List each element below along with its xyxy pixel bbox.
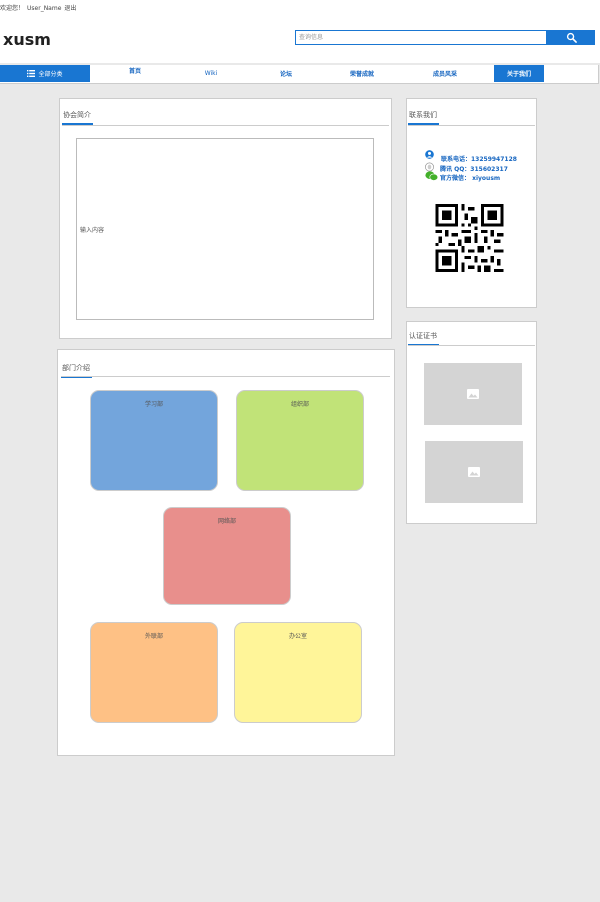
main-nav: 全部分类 首页 Wiki 论坛 荣誉成就 成员风采 关于我们 [0,65,599,84]
nav-about[interactable]: 关于我们 [494,65,544,82]
nav-members[interactable]: 成员风采 [420,65,470,82]
divider [408,345,535,346]
username-link[interactable]: User_Name [27,5,61,12]
site-logo[interactable]: xusm [3,30,51,49]
nav-home[interactable]: 首页 [112,62,158,79]
dept-card-outreach[interactable]: 外联部 [90,622,218,723]
contact-title: 联系我们 [408,110,439,125]
certificate-image[interactable] [425,441,523,503]
dept-card-office[interactable]: 办公室 [234,622,362,723]
certificates-title: 认证证书 [408,331,439,346]
intro-textarea[interactable]: 输入内容 [76,138,374,320]
contact-wechat: 官方微信： xiyousm [440,175,501,182]
search-button[interactable] [547,30,595,45]
certificate-image[interactable] [424,363,522,425]
contact-qq: 腾讯 QQ：315602317 [440,166,508,173]
top-header: 欢迎您！ User_Name 退出 xusm 查询信息 [0,0,600,63]
departments-panel: 部门介绍 学习部 组织部 网络部 外联部 办公室 [57,349,395,756]
dept-label: 网络部 [217,518,236,525]
dept-label: 办公室 [288,633,307,640]
wechat-icon [425,171,438,181]
all-categories-button[interactable]: 全部分类 [0,65,90,82]
dept-label: 外联部 [144,633,163,640]
dept-label: 组织部 [290,401,309,408]
divider [62,125,389,126]
nav-forum[interactable]: 论坛 [263,65,309,82]
divider [408,125,535,126]
list-icon [27,70,36,77]
logout-link[interactable]: 退出 [64,5,76,12]
search-input[interactable]: 查询信息 [295,30,547,45]
image-placeholder-icon [468,467,480,477]
welcome-bar: 欢迎您！ User_Name 退出 [0,3,79,12]
user-icon [425,150,434,159]
image-placeholder-icon [467,389,479,399]
dept-label: 学习部 [144,401,163,408]
wechat-qr-code [435,204,504,272]
dept-card-study[interactable]: 学习部 [90,390,218,491]
intro-panel: 协会简介 输入内容 [59,98,392,339]
dept-card-organization[interactable]: 组织部 [236,390,364,491]
contact-panel: 联系我们 联系电话：13259947128 腾讯 QQ：315602317 官方… [406,98,537,308]
welcome-text: 欢迎您！ [0,5,25,12]
nav-honors[interactable]: 荣誉成就 [338,65,386,82]
search-icon [566,32,577,43]
certificates-panel: 认证证书 [406,321,537,524]
nav-wiki[interactable]: Wiki [188,65,234,82]
dept-card-network[interactable]: 网络部 [163,507,291,605]
contact-phone: 联系电话：13259947128 [441,156,517,163]
divider [61,376,390,377]
intro-title: 协会简介 [62,110,93,125]
all-categories-label: 全部分类 [38,71,63,78]
